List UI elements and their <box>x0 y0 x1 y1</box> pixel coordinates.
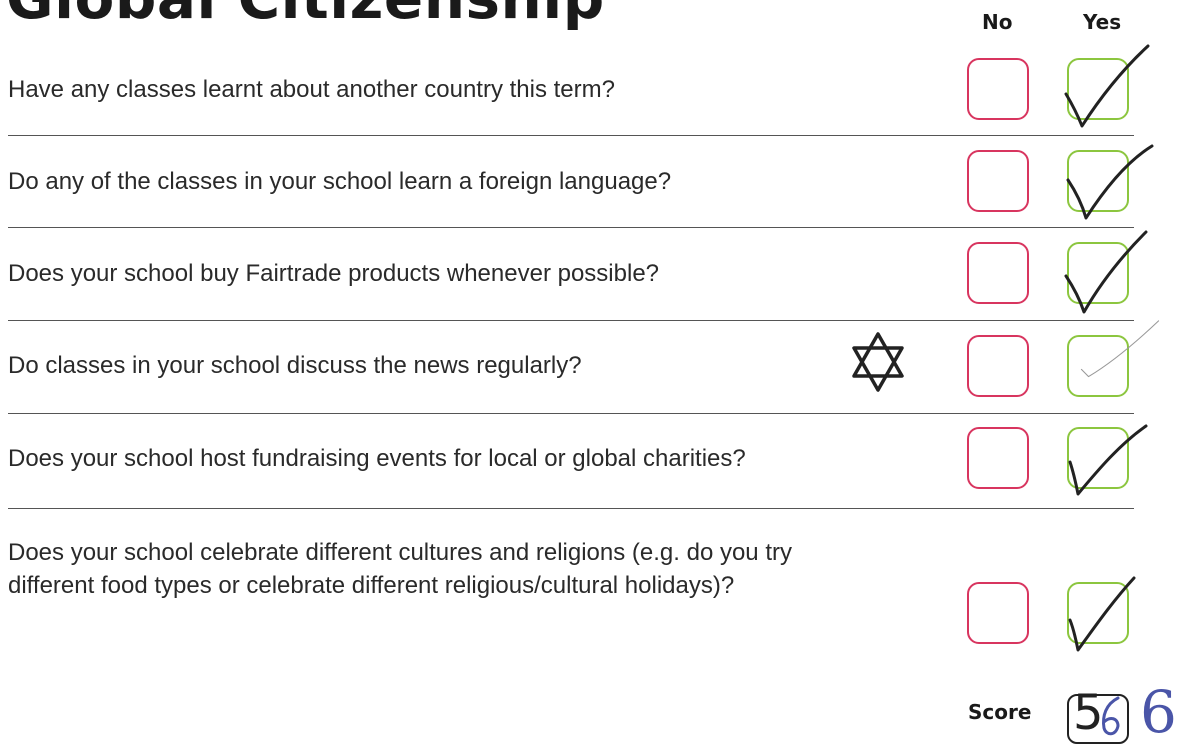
score-label: Score <box>968 700 1032 724</box>
question-4-no-checkbox[interactable] <box>967 335 1029 397</box>
question-2-text: Do any of the classes in your school lea… <box>8 168 672 195</box>
question-2-checkmark-icon <box>1066 144 1154 220</box>
question-6-checkmark-icon <box>1068 576 1136 652</box>
row-divider <box>8 320 1134 321</box>
question-4-text: Do classes in your school discuss the ne… <box>8 352 582 379</box>
question-5-checkmark-icon <box>1068 424 1148 496</box>
score-overwrite-mark <box>1102 696 1120 736</box>
question-3-no-checkbox[interactable] <box>967 242 1029 304</box>
row-divider <box>8 227 1134 228</box>
row-divider <box>8 135 1134 136</box>
column-header-yes: Yes <box>1083 10 1122 34</box>
question-2-no-checkbox[interactable] <box>967 150 1029 212</box>
question-6-no-checkbox[interactable] <box>967 582 1029 644</box>
question-6-text: Does your school celebrate different cul… <box>8 539 792 599</box>
question-5-text: Does your school host fundraising events… <box>8 445 746 472</box>
column-header-no: No <box>982 10 1013 34</box>
score-handwritten-value: 6 <box>1140 678 1177 746</box>
question-4-checkmark-icon <box>1080 320 1160 378</box>
question-3-text: Does your school buy Fairtrade products … <box>8 260 660 287</box>
row-divider <box>8 508 1134 509</box>
question-5-no-checkbox[interactable] <box>967 427 1029 489</box>
star-of-david-icon <box>852 332 904 392</box>
question-3-checkmark-icon <box>1064 230 1148 314</box>
question-1-no-checkbox[interactable] <box>967 58 1029 120</box>
row-divider <box>8 413 1134 414</box>
question-1-checkmark-icon <box>1064 44 1150 128</box>
page-title: Global Citizenship <box>6 0 605 32</box>
question-1-text: Have any classes learnt about another co… <box>8 76 615 103</box>
